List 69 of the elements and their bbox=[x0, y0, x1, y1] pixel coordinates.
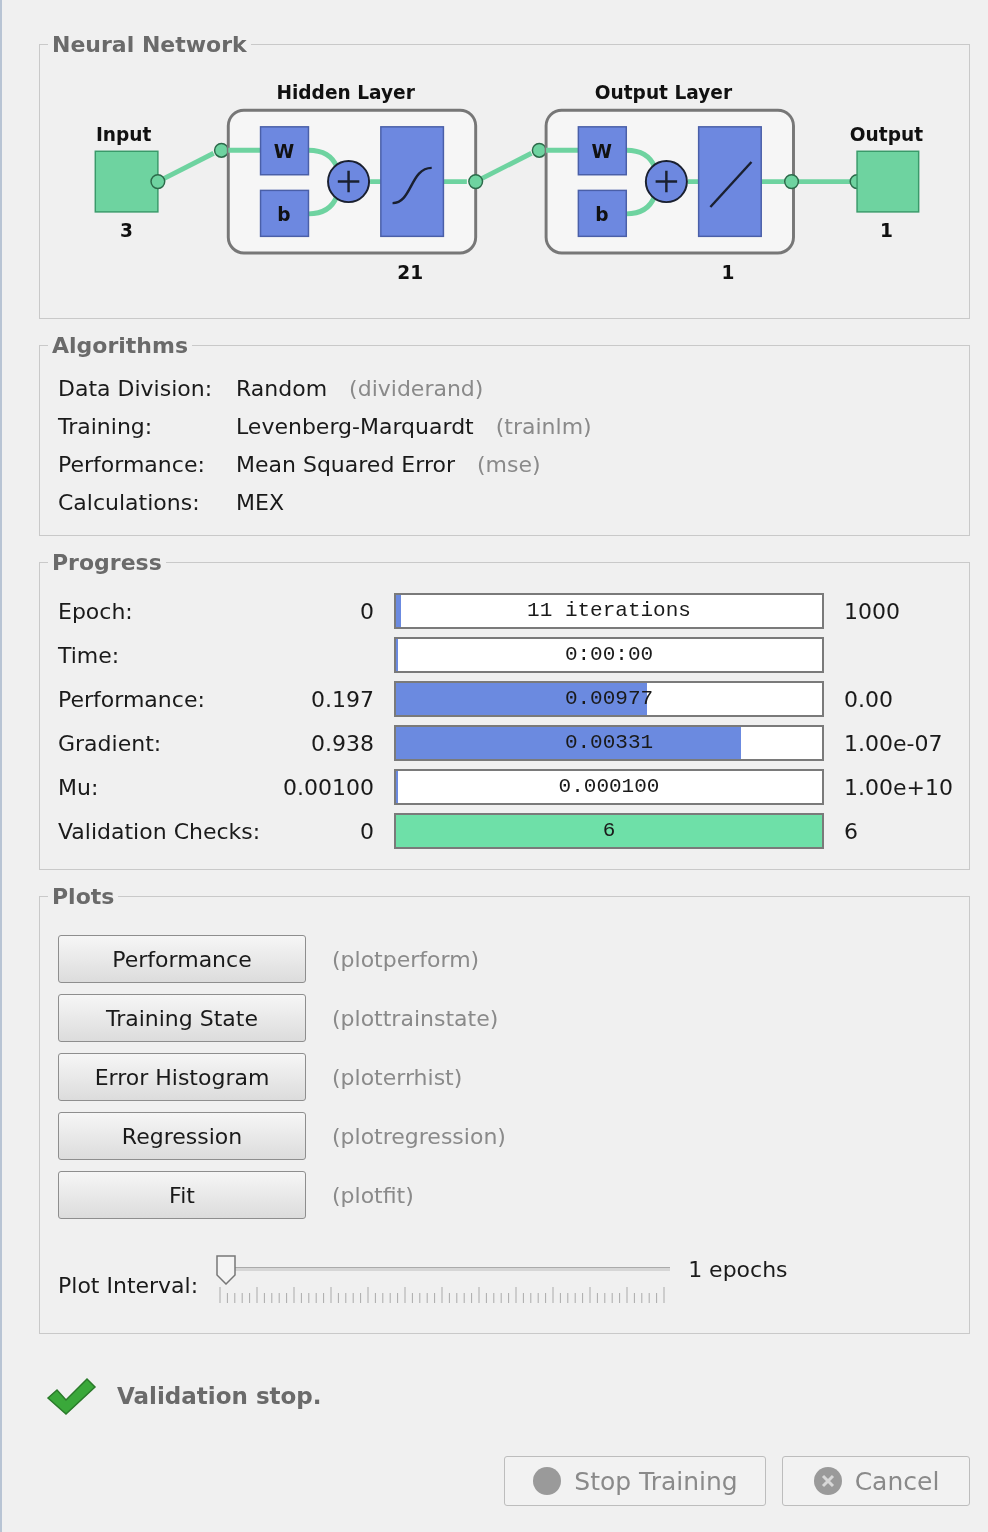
layer-size: 1 bbox=[721, 262, 735, 284]
bar-reading: 11 iterations bbox=[526, 598, 692, 624]
progress-label: Epoch: bbox=[58, 598, 134, 624]
sum-icon bbox=[644, 160, 688, 204]
layer-size: 21 bbox=[397, 262, 424, 284]
status-message: Validation stop. bbox=[117, 1383, 322, 1409]
panel-title: Algorithms bbox=[51, 333, 190, 358]
plot-button[interactable]: Performance bbox=[58, 935, 306, 983]
bar-reading: 0.00331 bbox=[563, 730, 655, 756]
panel-title: Plots bbox=[51, 884, 116, 909]
weight-block: W bbox=[259, 126, 310, 176]
progress-label: Gradient: bbox=[58, 730, 163, 756]
output-label: Output bbox=[849, 123, 923, 145]
plot-button[interactable]: Regression bbox=[58, 1112, 306, 1160]
algorithm-value: Mean Squared Error bbox=[236, 452, 455, 477]
plot-button[interactable]: Fit bbox=[58, 1171, 306, 1219]
start-value: 0 bbox=[359, 818, 374, 844]
start-value: 0.197 bbox=[310, 686, 374, 712]
algorithm-label: Calculations: bbox=[58, 490, 201, 515]
bias-block: b bbox=[259, 189, 310, 238]
weight-block: W bbox=[577, 126, 627, 176]
algorithm-value: Levenberg-Marquardt bbox=[236, 414, 474, 439]
bar-reading: 0:00:00 bbox=[563, 642, 655, 668]
end-value: 6 bbox=[844, 818, 859, 844]
algorithm-label: Data Division: bbox=[58, 376, 214, 401]
function-name: (plotfit) bbox=[332, 1182, 414, 1208]
function-name: (plotperform) bbox=[332, 946, 480, 972]
input-label: Input bbox=[95, 123, 152, 145]
panel-title: Neural Network bbox=[51, 32, 248, 57]
progress-label: Mu: bbox=[58, 774, 100, 800]
progress-label: Time: bbox=[58, 642, 121, 668]
bias-block: b bbox=[577, 189, 627, 238]
slider-thumb[interactable] bbox=[216, 1255, 237, 1285]
end-value: 0.00 bbox=[844, 686, 894, 712]
algorithm-value: Random bbox=[236, 376, 328, 401]
input-block bbox=[94, 150, 159, 213]
end-value: 1000 bbox=[844, 598, 901, 624]
checkmark-icon bbox=[45, 1376, 97, 1416]
stop-icon bbox=[532, 1466, 563, 1496]
progress-label: Performance: bbox=[58, 686, 206, 712]
function-name: (mse) bbox=[476, 452, 541, 477]
input-size: 3 bbox=[120, 220, 134, 242]
layer-title: Output Layer bbox=[594, 82, 733, 104]
layer-title: Hidden Layer bbox=[276, 82, 415, 104]
start-value: 0.938 bbox=[310, 730, 374, 756]
end-value: 1.00e+10 bbox=[844, 774, 953, 800]
panel-title: Progress bbox=[51, 550, 163, 575]
function-name: (plotregression) bbox=[332, 1123, 506, 1149]
start-value: 0 bbox=[359, 598, 374, 624]
output-size: 1 bbox=[879, 220, 893, 242]
function-name: (trainlm) bbox=[495, 414, 592, 439]
function-name: (dividerand) bbox=[349, 376, 484, 401]
output-block bbox=[856, 150, 920, 213]
algorithm-value: MEX bbox=[236, 490, 284, 515]
sum-icon bbox=[327, 160, 371, 204]
interval-reading: 1 epochs bbox=[688, 1256, 788, 1282]
plot-button[interactable]: Training State bbox=[58, 994, 306, 1042]
end-value: 1.00e-07 bbox=[844, 730, 944, 756]
start-value: 0.00100 bbox=[282, 774, 374, 800]
algorithm-label: Training: bbox=[58, 414, 154, 439]
cancel-icon bbox=[812, 1466, 843, 1496]
interval-label: Plot Interval: bbox=[58, 1272, 199, 1298]
algorithm-label: Performance: bbox=[58, 452, 206, 477]
plot-button[interactable]: Error Histogram bbox=[58, 1053, 306, 1101]
function-name: (ploterrhist) bbox=[332, 1064, 463, 1090]
interval-slider[interactable] bbox=[216, 1255, 671, 1305]
bar-reading: 0.000100 bbox=[557, 774, 661, 800]
function-name: (plottrainstate) bbox=[332, 1005, 499, 1031]
bar-reading: 6 bbox=[601, 818, 617, 844]
